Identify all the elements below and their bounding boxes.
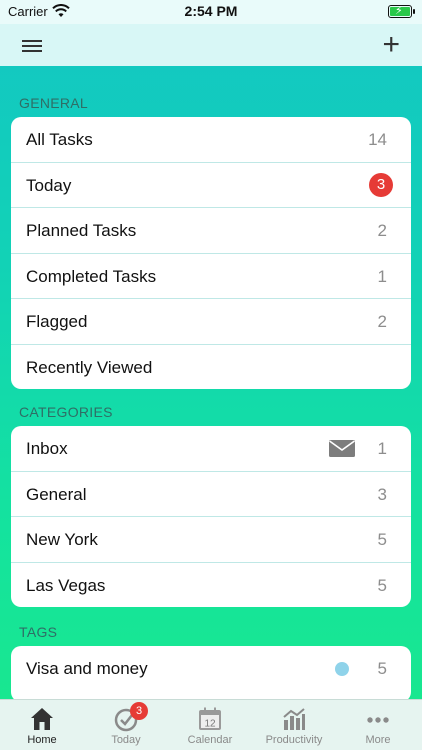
list-item-today[interactable]: Today 3: [11, 163, 411, 208]
status-bar: Carrier 2:54 PM ⚡: [0, 0, 422, 24]
tab-productivity[interactable]: Productivity: [252, 700, 336, 750]
tab-home[interactable]: Home: [0, 700, 84, 750]
calendar-icon: 12: [199, 707, 221, 730]
battery-icon: ⚡: [388, 5, 415, 18]
count-badge: 3: [369, 172, 393, 197]
list-item-label: Completed Tasks: [26, 266, 157, 286]
list-item-las-vegas[interactable]: Las Vegas 5: [11, 563, 411, 608]
list-item-label: Today: [26, 175, 72, 195]
tab-label: More: [365, 734, 391, 746]
tab-today[interactable]: 3 Today: [84, 700, 168, 750]
tag-color-dot: [335, 662, 349, 676]
add-icon[interactable]: +: [382, 30, 400, 60]
list-item-count: 2: [377, 221, 387, 240]
status-time: 2:54 PM: [184, 3, 238, 19]
list-item-count: 14: [368, 130, 387, 149]
list-item-count: 2: [377, 312, 387, 331]
tab-label: Today: [111, 734, 141, 746]
list-item-label: Las Vegas: [26, 575, 106, 595]
general-section-title: GENERAL: [19, 95, 89, 111]
list-item-flagged[interactable]: Flagged 2: [11, 299, 411, 345]
list-item-count: 1: [377, 439, 387, 458]
tab-label: Calendar: [187, 734, 233, 746]
list-item-label: Visa and money: [26, 659, 148, 678]
list-item-inbox[interactable]: Inbox 1: [11, 426, 411, 472]
list-item-count: 5: [377, 575, 387, 595]
calendar-icon-date: 12: [204, 719, 216, 730]
tags-section-title: TAGS: [19, 624, 58, 640]
list-item-label: Recently Viewed: [26, 357, 153, 377]
list-item-count: 5: [377, 530, 387, 549]
list-item-label: Planned Tasks: [26, 221, 137, 240]
today-badge: 3: [130, 702, 148, 720]
tab-bar: Home 3 Today 12 Calendar Productivity Mo…: [0, 699, 422, 750]
tab-label: Home: [27, 734, 57, 746]
tab-more[interactable]: More: [336, 700, 420, 750]
list-item-count: 5: [377, 659, 387, 678]
more-icon: [367, 717, 389, 723]
list-item-new-york[interactable]: New York 5: [11, 517, 411, 563]
productivity-icon: [283, 708, 305, 730]
categories-list: Inbox 1 General 3 New York 5 Las Vegas 5: [11, 426, 411, 607]
list-item-label: All Tasks: [26, 130, 93, 149]
list-item-count: 1: [377, 266, 387, 286]
list-item-label: New York: [26, 530, 98, 549]
list-item-all-tasks[interactable]: All Tasks 14: [11, 117, 411, 163]
list-item-label: General: [26, 484, 87, 504]
categories-section-title: CATEGORIES: [19, 404, 113, 420]
list-item-label: Flagged: [26, 312, 88, 331]
tags-list: Visa and money 5: [11, 646, 411, 702]
list-item-completed-tasks[interactable]: Completed Tasks 1: [11, 254, 411, 299]
general-list: All Tasks 14 Today 3 Planned Tasks 2 Com…: [11, 117, 411, 389]
tab-label: Productivity: [265, 734, 323, 746]
list-item-recently-viewed[interactable]: Recently Viewed: [11, 345, 411, 390]
tab-calendar[interactable]: 12 Calendar: [168, 700, 252, 750]
list-item-general[interactable]: General 3: [11, 472, 411, 517]
menu-icon[interactable]: [22, 40, 42, 54]
list-item-label: Inbox: [26, 439, 68, 458]
home-icon: [31, 708, 53, 730]
list-item-count: 3: [377, 484, 387, 504]
mail-icon: [329, 440, 355, 457]
list-item-visa-and-money[interactable]: Visa and money 5: [11, 646, 411, 691]
navigation-bar: +: [0, 24, 422, 66]
list-item-planned-tasks[interactable]: Planned Tasks 2: [11, 208, 411, 254]
